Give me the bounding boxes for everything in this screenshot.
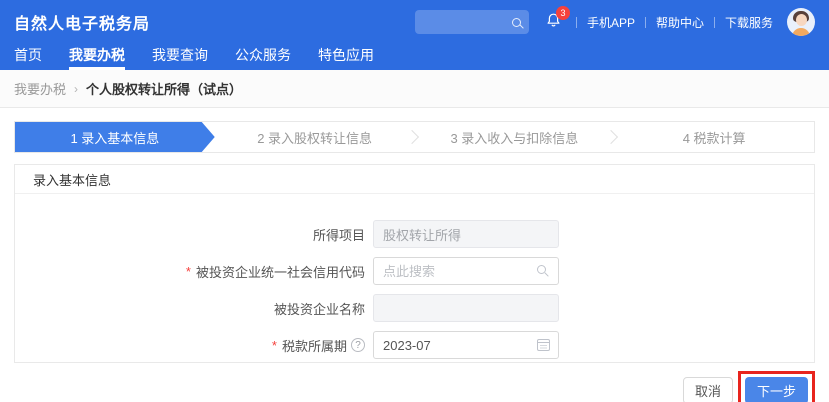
next-step-button[interactable]: 下一步 xyxy=(745,377,808,402)
input-wrap xyxy=(373,257,559,285)
link-help-center[interactable]: 帮助中心 xyxy=(656,14,704,31)
step-3-income-deduction-info: 3 录入收入与扣除信息 xyxy=(415,122,615,152)
page: 自然人电子税务局 3 手机APP 帮助中心 下载服务 xyxy=(0,0,829,402)
field-label: * 被投资企业统一社会信用代码 xyxy=(15,262,365,281)
app-header: 自然人电子税务局 3 手机APP 帮助中心 下载服务 xyxy=(0,0,829,44)
search-icon[interactable] xyxy=(537,265,546,274)
income-item-field xyxy=(373,220,559,248)
input-wrap xyxy=(373,294,559,322)
form-row-credit-code: * 被投资企业统一社会信用代码 xyxy=(15,257,814,285)
divider xyxy=(645,17,646,28)
search-icon xyxy=(512,18,521,27)
header-actions: 3 手机APP 帮助中心 下载服务 xyxy=(415,8,815,36)
chevron-right-icon: › xyxy=(74,82,78,96)
divider xyxy=(714,17,715,28)
basic-info-card: 录入基本信息 所得项目 * 被投资企业统一社会信用代码 xyxy=(14,164,815,363)
nav-item-public-service[interactable]: 公众服务 xyxy=(235,44,291,70)
breadcrumb-current: 个人股权转让所得（试点） xyxy=(86,79,242,98)
avatar-face xyxy=(796,14,807,26)
input-wrap xyxy=(373,220,559,248)
nav-item-query[interactable]: 我要查询 xyxy=(152,44,208,70)
field-label: 所得项目 xyxy=(15,225,365,244)
avatar-body xyxy=(792,28,810,36)
form-row-income-item: 所得项目 xyxy=(15,220,814,248)
field-label: * 税款所属期 ? xyxy=(15,336,365,355)
breadcrumb-parent[interactable]: 我要办税 xyxy=(14,79,66,98)
step-4-tax-calculation: 4 税款计算 xyxy=(614,122,814,152)
nav-item-tax-handling[interactable]: 我要办税 xyxy=(69,44,125,70)
label-text: 被投资企业名称 xyxy=(274,299,365,318)
tax-period-field[interactable] xyxy=(373,331,559,359)
step-wizard: 1 录入基本信息 2 录入股权转让信息 3 录入收入与扣除信息 4 税款计算 xyxy=(14,121,815,153)
main-nav: 首页 我要办税 我要查询 公众服务 特色应用 xyxy=(0,44,829,70)
field-label: 被投资企业名称 xyxy=(15,299,365,318)
user-avatar[interactable] xyxy=(787,8,815,36)
step-1-basic-info: 1 录入基本信息 xyxy=(15,122,215,152)
divider xyxy=(576,17,577,28)
app-title: 自然人电子税务局 xyxy=(14,10,150,34)
label-text: 税款所属期 xyxy=(282,336,347,355)
label-text: 被投资企业统一社会信用代码 xyxy=(196,262,365,281)
form-row-enterprise-name: 被投资企业名称 xyxy=(15,294,814,322)
step-2-equity-transfer-info: 2 录入股权转让信息 xyxy=(215,122,415,152)
help-icon[interactable]: ? xyxy=(351,338,365,352)
required-asterisk: * xyxy=(186,264,191,279)
calendar-icon[interactable] xyxy=(537,339,550,351)
link-mobile-app[interactable]: 手机APP xyxy=(587,14,635,31)
nav-item-featured-apps[interactable]: 特色应用 xyxy=(318,44,374,70)
cancel-button[interactable]: 取消 xyxy=(683,377,733,402)
breadcrumb: 我要办税 › 个人股权转让所得（试点） xyxy=(0,70,829,108)
notification-badge: 3 xyxy=(556,6,570,20)
basic-info-form: 所得项目 * 被投资企业统一社会信用代码 被投资企业名称 xyxy=(15,194,814,359)
nav-item-home[interactable]: 首页 xyxy=(14,44,42,70)
input-wrap xyxy=(373,331,559,359)
enterprise-name-field xyxy=(373,294,559,322)
notifications-button[interactable]: 3 xyxy=(545,12,562,33)
credit-code-search-field[interactable] xyxy=(373,257,559,285)
label-text: 所得项目 xyxy=(313,225,365,244)
form-row-tax-period: * 税款所属期 ? xyxy=(15,331,814,359)
footer-actions: 取消 下一步 xyxy=(0,363,829,402)
annotation-highlight: 下一步 xyxy=(738,371,815,402)
required-asterisk: * xyxy=(272,338,277,353)
section-title: 录入基本信息 xyxy=(15,165,814,194)
header-search-input[interactable] xyxy=(415,10,529,34)
link-download-service[interactable]: 下载服务 xyxy=(725,14,773,31)
